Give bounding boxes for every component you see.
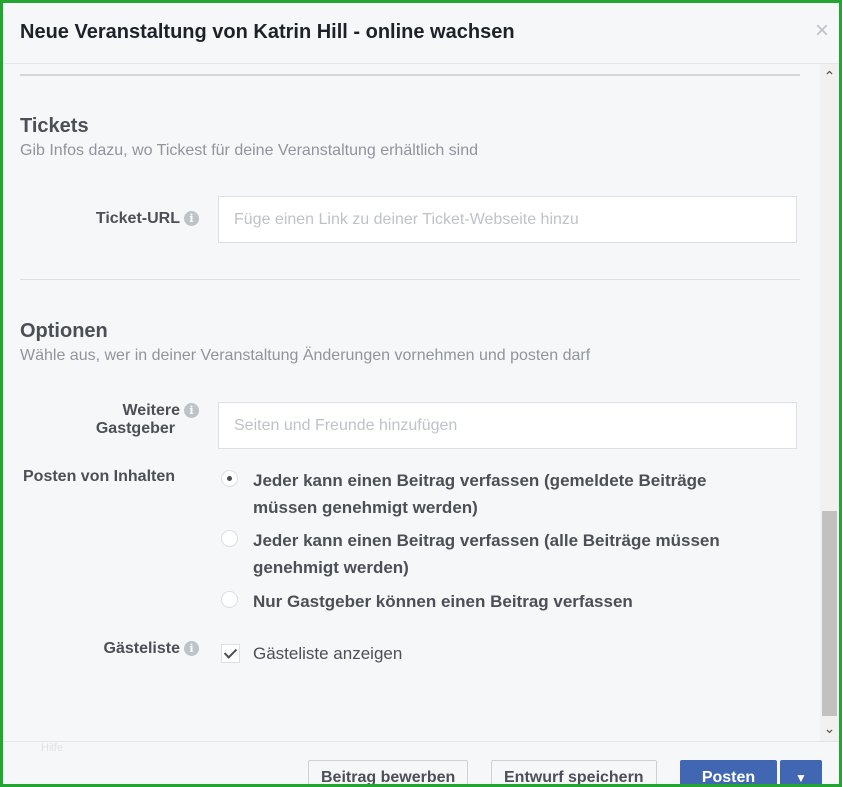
dialog-header: Neue Veranstaltung von Katrin Hill - onl… — [3, 3, 839, 64]
tickets-subtitle: Gib Infos dazu, wo Tickest für deine Ver… — [20, 142, 479, 159]
close-icon[interactable]: × — [815, 19, 829, 43]
save-draft-button[interactable]: Entwurf speichern — [491, 760, 657, 784]
ticket-url-label: Ticket-URL i — [63, 210, 199, 228]
ticket-url-label-text: Ticket-URL — [95, 210, 180, 227]
post-options-dropdown-button[interactable]: ▼ — [780, 760, 822, 785]
tickets-title: Tickets — [20, 115, 89, 137]
post-button[interactable]: Posten — [680, 760, 777, 784]
ticket-url-input[interactable] — [218, 196, 797, 243]
chevron-down-icon: ▼ — [795, 771, 807, 785]
guestlist-checkbox-label[interactable]: Gästeliste anzeigen — [253, 644, 402, 664]
dialog-content: Tickets Gib Infos dazu, wo Tickest für d… — [3, 64, 820, 741]
radio-button[interactable] — [221, 530, 238, 547]
promote-button[interactable]: Beitrag bewerben — [308, 760, 469, 784]
event-dialog: Neue Veranstaltung von Katrin Hill - onl… — [0, 0, 842, 787]
options-subtitle: Wähle aus, wer in deiner Veranstaltung Ä… — [20, 347, 591, 364]
dialog-title: Neue Veranstaltung von Katrin Hill - onl… — [20, 21, 515, 43]
radio-button[interactable] — [221, 470, 238, 487]
hosts-label: Weitere i Gastgeber — [63, 402, 199, 438]
posting-label: Posten von Inhalten — [23, 468, 176, 485]
info-icon[interactable]: i — [184, 403, 199, 418]
footer-faint-text: Hilfe — [41, 742, 64, 754]
hosts-label-line1: Weitere — [122, 402, 180, 419]
info-icon[interactable]: i — [184, 211, 199, 226]
guestlist-label-text: Gästeliste — [103, 640, 180, 657]
scroll-up-icon[interactable]: ⌃ — [820, 68, 839, 85]
guestlist-label: Gästeliste i — [63, 640, 199, 658]
posting-option-2[interactable]: Jeder kann einen Beitrag verfassen (alle… — [221, 527, 781, 581]
posting-option-1[interactable]: Jeder kann einen Beitrag verfassen (geme… — [221, 467, 781, 521]
posting-option-label: Jeder kann einen Beitrag verfassen (geme… — [253, 471, 707, 517]
hosts-input[interactable] — [218, 402, 797, 449]
posting-option-label: Jeder kann einen Beitrag verfassen (alle… — [253, 531, 720, 577]
scroll-thumb[interactable] — [822, 511, 837, 716]
hosts-label-line2: Gastgeber — [95, 420, 175, 437]
top-divider — [20, 74, 800, 76]
scrollbar[interactable]: ⌃ ⌄ — [820, 64, 839, 741]
posting-option-3[interactable]: Nur Gastgeber können einen Beitrag verfa… — [221, 588, 781, 615]
guestlist-checkbox[interactable] — [221, 644, 240, 663]
scroll-down-icon[interactable]: ⌄ — [820, 720, 839, 737]
radio-button[interactable] — [221, 591, 238, 608]
posting-option-label: Nur Gastgeber können einen Beitrag verfa… — [253, 592, 633, 611]
info-icon[interactable]: i — [184, 641, 199, 656]
options-title: Optionen — [20, 320, 108, 342]
section-divider — [20, 279, 800, 280]
dialog-footer: Hilfe Beitrag bewerben Entwurf speichern… — [3, 741, 839, 785]
